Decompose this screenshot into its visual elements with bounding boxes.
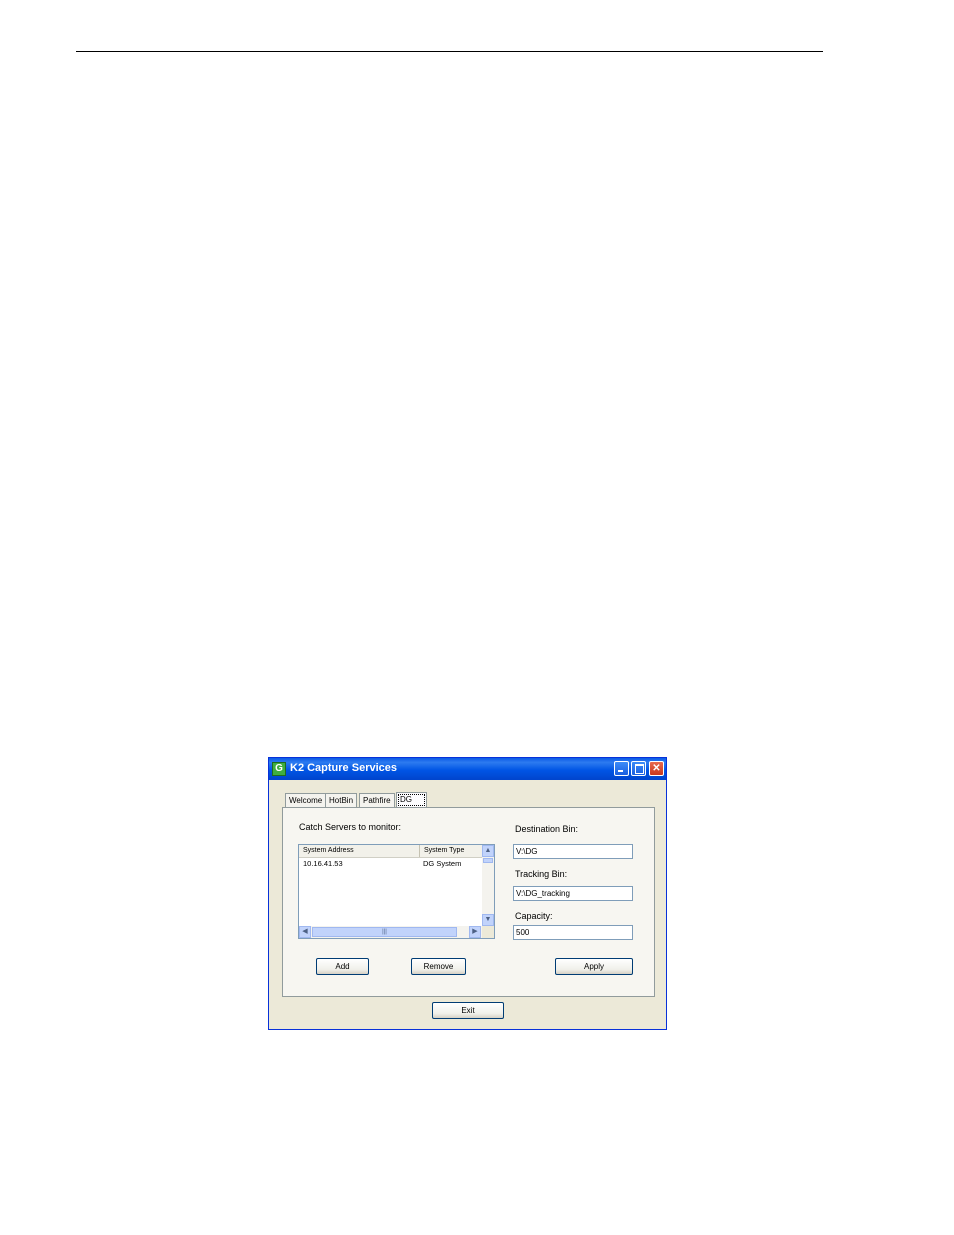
server-type: DG System: [423, 859, 462, 868]
scroll-up-icon[interactable]: ▲: [482, 845, 494, 857]
scrollbar-corner: [482, 926, 494, 938]
add-button[interactable]: Add: [316, 958, 369, 975]
page-header-rule: [76, 51, 823, 52]
tab-dg[interactable]: DG: [396, 792, 427, 808]
remove-button[interactable]: Remove: [411, 958, 466, 975]
close-icon: ✕: [652, 763, 661, 774]
capacity-label: Capacity:: [515, 911, 553, 921]
tracking-bin-label: Tracking Bin:: [515, 869, 568, 879]
scroll-right-icon[interactable]: ▶: [469, 926, 481, 938]
horizontal-scroll-thumb[interactable]: |||: [312, 927, 457, 937]
maximize-button[interactable]: [631, 761, 646, 776]
destination-bin-label: Destination Bin:: [515, 824, 579, 834]
horizontal-scrollbar[interactable]: ◀ ||| ▶: [299, 926, 482, 938]
column-system-type[interactable]: System Type: [419, 845, 482, 857]
tracking-bin-field[interactable]: V:\DG_tracking: [513, 886, 633, 901]
column-system-address[interactable]: System Address: [299, 845, 419, 857]
tab-welcome[interactable]: Welcome: [285, 793, 327, 807]
minimize-button[interactable]: [614, 761, 629, 776]
scroll-down-icon[interactable]: ▼: [482, 914, 494, 926]
window-title: K2 Capture Services: [290, 762, 397, 774]
list-header: System Address System Type: [299, 845, 482, 858]
k2-app-icon: G: [272, 762, 286, 776]
k2-capture-services-window: G K2 Capture Services ✕ Welcome HotBin P…: [268, 757, 667, 1030]
close-button[interactable]: ✕: [649, 761, 664, 776]
vertical-scrollbar[interactable]: ▲ ▼: [482, 845, 494, 926]
destination-bin-field[interactable]: V:\DG: [513, 844, 633, 859]
exit-button[interactable]: Exit: [432, 1002, 504, 1019]
scroll-left-icon[interactable]: ◀: [299, 926, 311, 938]
apply-button[interactable]: Apply: [555, 958, 633, 975]
catch-servers-list[interactable]: System Address System Type 10.16.41.53 D…: [298, 844, 495, 939]
catch-servers-heading: Catch Servers to monitor:: [299, 822, 402, 832]
tab-hotbin[interactable]: HotBin: [325, 793, 358, 807]
minimize-icon: [618, 770, 623, 772]
vertical-scroll-thumb[interactable]: [483, 858, 493, 863]
title-bar[interactable]: G K2 Capture Services ✕: [269, 758, 666, 780]
list-item[interactable]: 10.16.41.53 DG System: [299, 858, 482, 869]
tab-pathfire[interactable]: Pathfire: [359, 793, 395, 807]
server-address: 10.16.41.53: [303, 859, 343, 868]
maximize-icon: [635, 764, 644, 774]
capacity-field[interactable]: 500: [513, 925, 633, 940]
